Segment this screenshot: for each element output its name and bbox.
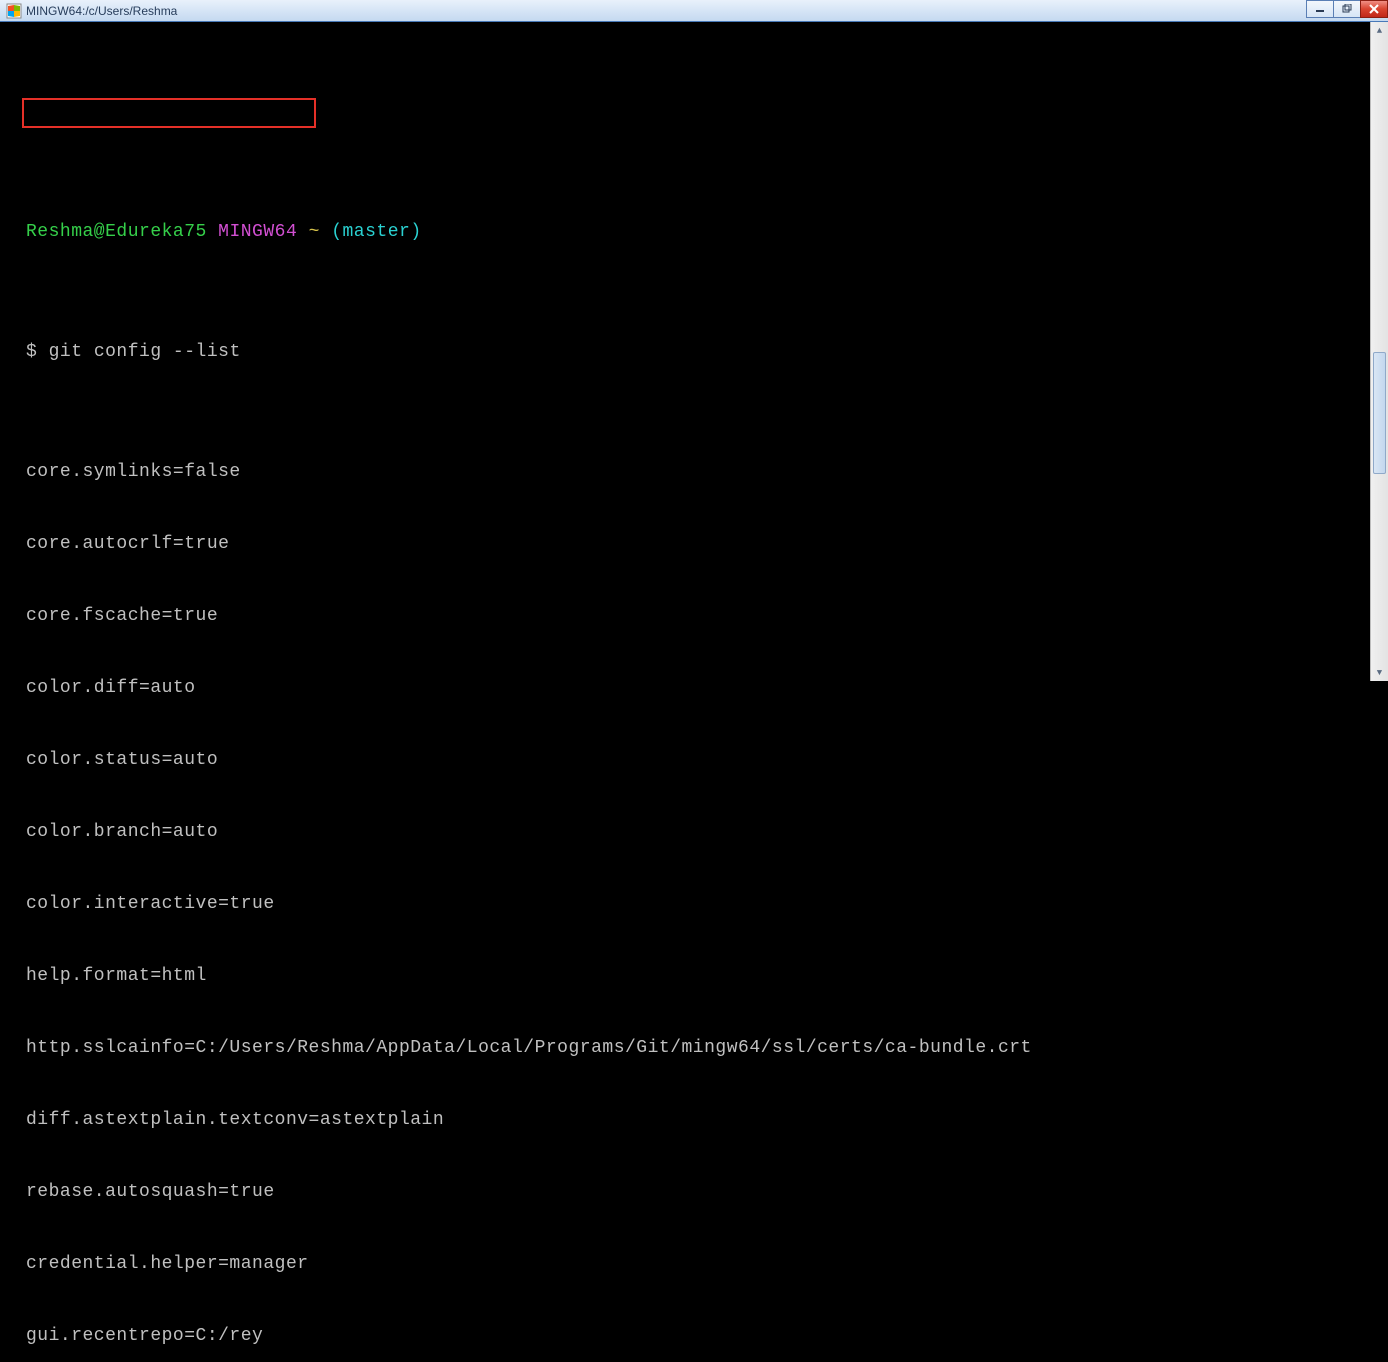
maximize-button[interactable] — [1333, 0, 1361, 18]
prompt-line-1: Reshma@Edureka75 MINGW64 ~ (master) — [0, 220, 1388, 244]
command-line-1: $ git config --list — [0, 340, 1388, 364]
output-line: core.fscache=true — [0, 604, 1388, 628]
output-line: color.branch=auto — [0, 820, 1388, 844]
prompt-userhost: Reshma@Edureka75 — [26, 222, 207, 242]
app-icon — [6, 3, 22, 19]
prompt-env: MINGW64 — [218, 222, 297, 242]
output-line: core.autocrlf=true — [0, 532, 1388, 556]
output-line: core.symlinks=false — [0, 460, 1388, 484]
output-line: diff.astextplain.textconv=astextplain — [0, 1108, 1388, 1132]
output-line: gui.recentrepo=C:/rey — [0, 1324, 1388, 1348]
window-titlebar: MINGW64:/c/Users/Reshma — [0, 0, 1388, 22]
output-line: color.status=auto — [0, 748, 1388, 772]
terminal-area[interactable]: Reshma@Edureka75 MINGW64 ~ (master) $ gi… — [0, 22, 1388, 681]
output-line: color.interactive=true — [0, 892, 1388, 916]
minimize-button[interactable] — [1306, 0, 1334, 18]
scroll-up-arrow-icon[interactable]: ▲ — [1371, 22, 1388, 39]
scrollbar-thumb[interactable] — [1373, 352, 1386, 474]
entered-command: git config --list — [49, 342, 241, 362]
close-button[interactable] — [1360, 0, 1388, 18]
vertical-scrollbar[interactable]: ▲ ▼ — [1370, 22, 1388, 681]
output-line: help.format=html — [0, 964, 1388, 988]
prompt-branch: (master) — [331, 222, 421, 242]
prompt-cwd: ~ — [309, 222, 320, 242]
output-line: color.diff=auto — [0, 676, 1388, 700]
prompt-dollar: $ — [26, 342, 49, 362]
scroll-down-arrow-icon[interactable]: ▼ — [1371, 664, 1388, 681]
output-line: credential.helper=manager — [0, 1252, 1388, 1276]
output-line: http.sslcainfo=C:/Users/Reshma/AppData/L… — [0, 1036, 1388, 1060]
window-title: MINGW64:/c/Users/Reshma — [26, 4, 177, 18]
output-line: rebase.autosquash=true — [0, 1180, 1388, 1204]
